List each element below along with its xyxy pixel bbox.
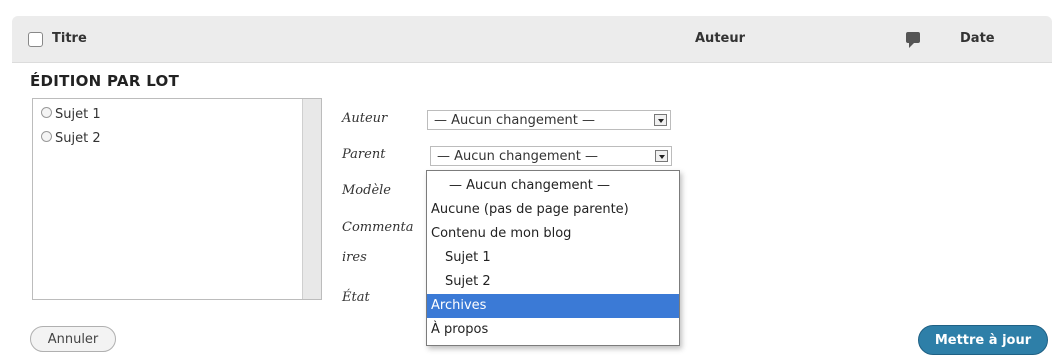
- author-select-value: — Aucun changement —: [434, 113, 595, 128]
- list-item[interactable]: Sujet 1: [41, 107, 101, 122]
- column-date[interactable]: Date: [960, 31, 995, 46]
- parent-select[interactable]: — Aucun changement —: [430, 146, 672, 166]
- select-all-checkbox[interactable]: [28, 32, 43, 47]
- column-author: Auteur: [695, 31, 746, 46]
- parent-option-about[interactable]: À propos: [427, 318, 679, 342]
- list-scrollbar[interactable]: [302, 99, 321, 299]
- list-item-label: Sujet 2: [55, 131, 101, 146]
- author-select[interactable]: — Aucun changement —: [427, 110, 671, 130]
- chevron-down-icon[interactable]: [655, 150, 668, 162]
- template-label: Modèle: [342, 183, 392, 198]
- parent-option-archives[interactable]: Archives: [427, 294, 679, 318]
- list-item-label: Sujet 1: [55, 107, 101, 122]
- parent-option-sujet-2[interactable]: Sujet 2: [427, 270, 679, 294]
- comments-label-line2: ires: [342, 250, 367, 265]
- parent-option-sujet-1[interactable]: Sujet 1: [427, 246, 679, 270]
- cancel-button[interactable]: Annuler: [30, 326, 116, 352]
- parent-dropdown-menu: — Aucun changement — Aucune (pas de page…: [426, 170, 680, 346]
- author-label: Auteur: [342, 111, 388, 126]
- column-title[interactable]: Titre: [52, 31, 87, 46]
- table-header: Titre Auteur Date: [12, 16, 1052, 63]
- comment-bubble-icon: [906, 32, 920, 48]
- status-label: État: [342, 290, 370, 305]
- parent-option-no-change[interactable]: — Aucun changement —: [427, 174, 679, 198]
- parent-option-none[interactable]: Aucune (pas de page parente): [427, 198, 679, 222]
- comments-label-line1: Commenta: [342, 220, 414, 235]
- remove-item-icon[interactable]: [41, 107, 52, 118]
- remove-item-icon[interactable]: [41, 131, 52, 142]
- chevron-down-icon[interactable]: [654, 114, 667, 126]
- update-button[interactable]: Mettre à jour: [918, 325, 1048, 355]
- list-item[interactable]: Sujet 2: [41, 131, 101, 146]
- selected-items-list[interactable]: Sujet 1 Sujet 2: [32, 98, 322, 300]
- parent-select-value: — Aucun changement —: [437, 149, 598, 164]
- bulk-edit-heading: ÉDITION PAR LOT: [30, 72, 180, 90]
- parent-label: Parent: [342, 147, 386, 162]
- parent-option-blog-content[interactable]: Contenu de mon blog: [427, 222, 679, 246]
